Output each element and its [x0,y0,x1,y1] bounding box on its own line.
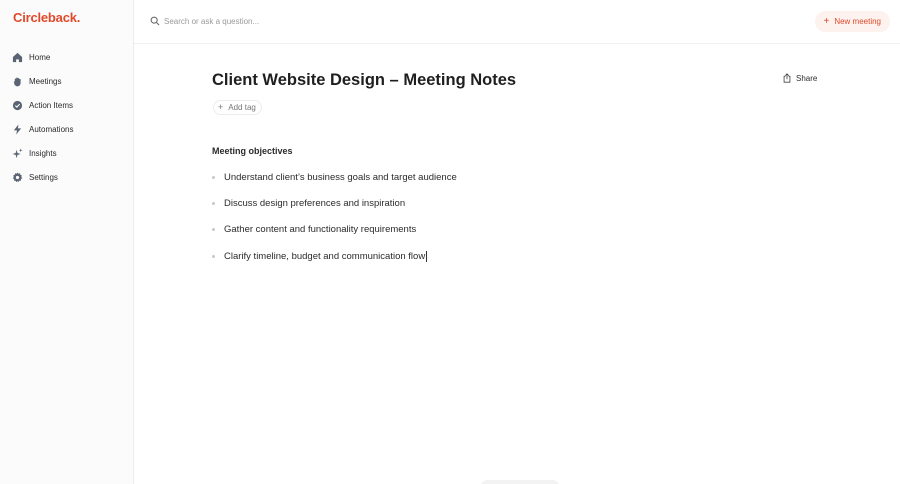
list-item-text: Discuss design preferences and inspirati… [224,197,406,209]
bottom-panel-edge [480,480,560,484]
bullet-icon [212,175,215,179]
bullet-icon [212,228,215,232]
section-heading[interactable]: Meeting objectives [212,146,293,156]
hand-icon [12,76,23,87]
app-logo[interactable]: Circleback. [13,10,80,25]
list-item-text: Understand client’s business goals and t… [224,171,457,183]
share-button[interactable]: Share [782,73,817,83]
add-tag-label: Add tag [228,103,256,112]
bullet-icon [212,201,215,205]
check-circle-icon [12,100,23,111]
top-bar: + New meeting [134,0,900,44]
objectives-list: Understand client’s business goals and t… [212,164,457,269]
sidebar-nav: Home Meetings Action Items Automations I… [0,45,134,189]
list-item-text: Gather content and functionality require… [224,224,417,236]
new-meeting-button[interactable]: + New meeting [815,11,890,32]
list-item[interactable]: Understand client’s business goals and t… [212,164,457,190]
search-input[interactable] [164,14,424,28]
sidebar: Circleback. Home Meetings Action Items A… [0,0,134,484]
sidebar-item-settings[interactable]: Settings [0,165,134,189]
list-item[interactable]: Clarify timeline, budget and communicati… [212,243,457,269]
sidebar-item-label: Action Items [29,100,74,110]
add-tag-button[interactable]: + Add tag [213,100,262,115]
sidebar-item-home[interactable]: Home [0,45,134,69]
list-item[interactable]: Discuss design preferences and inspirati… [212,190,457,216]
text-cursor [426,250,428,262]
sidebar-item-label: Insights [29,148,57,158]
list-item[interactable]: Gather content and functionality require… [212,217,457,243]
page-title[interactable]: Client Website Design – Meeting Notes [212,71,516,90]
sidebar-item-label: Settings [29,172,58,182]
sidebar-item-action-items[interactable]: Action Items [0,93,134,117]
plus-icon: + [218,102,224,112]
share-icon [783,73,791,83]
plus-icon: + [823,15,830,27]
sidebar-item-meetings[interactable]: Meetings [0,69,134,93]
new-meeting-label: New meeting [834,17,881,26]
sidebar-item-label: Automations [29,124,74,134]
sidebar-item-automations[interactable]: Automations [0,117,134,141]
search-icon [150,16,160,26]
sidebar-item-insights[interactable]: Insights [0,141,134,165]
gear-icon [12,171,23,183]
bullet-icon [212,254,215,258]
home-icon [12,52,23,63]
list-item-text: Clarify timeline, budget and communicati… [224,250,426,262]
sparkle-icon [12,147,23,159]
sidebar-item-label: Home [29,52,51,62]
sidebar-item-label: Meetings [29,76,62,86]
bolt-icon [12,123,23,135]
share-label: Share [796,73,818,83]
